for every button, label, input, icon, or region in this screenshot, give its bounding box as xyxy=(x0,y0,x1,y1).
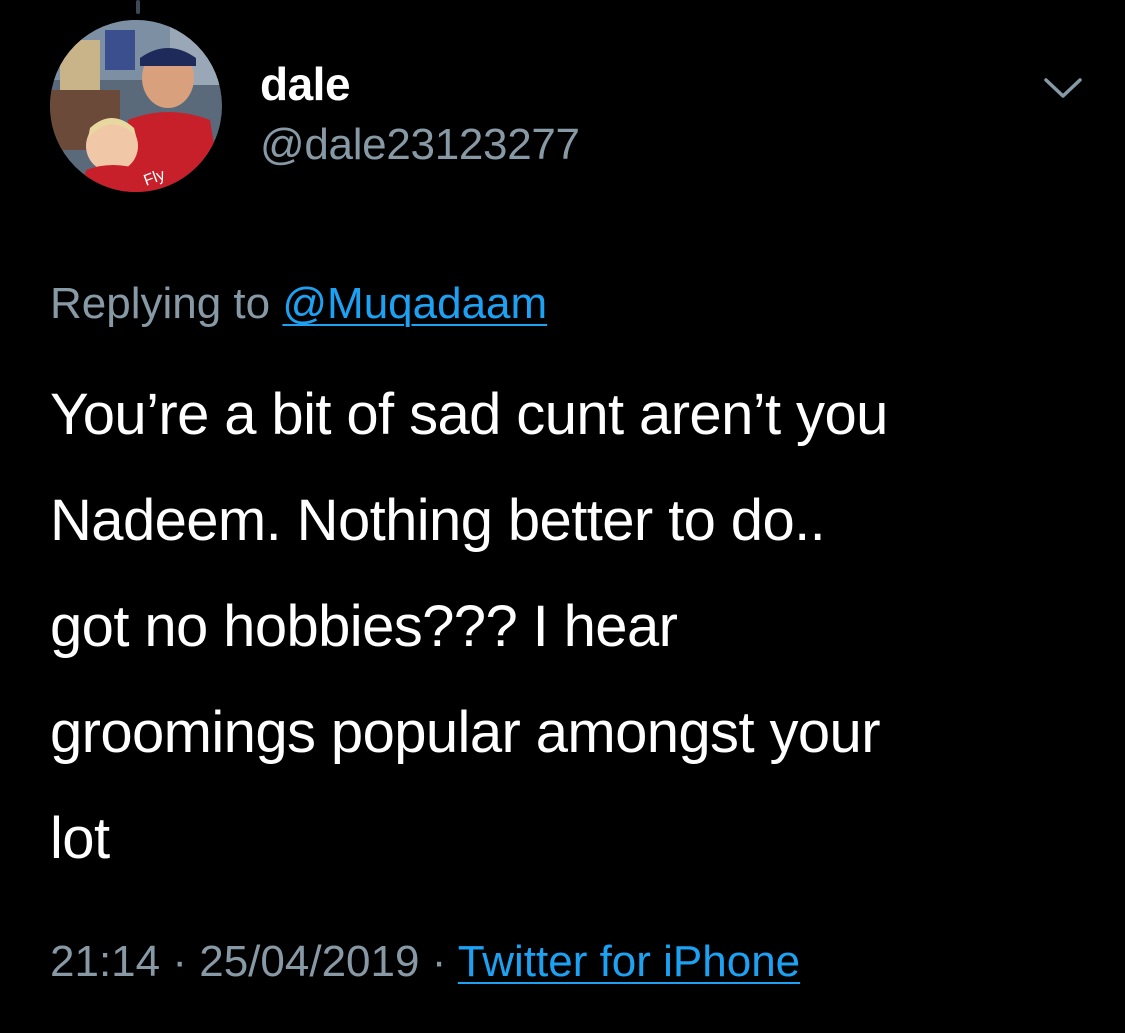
chevron-down-icon xyxy=(1044,78,1082,98)
tweet: Fly dale @dale23123277 Replying to @Muqa… xyxy=(0,0,1125,1033)
replying-to: Replying to @Muqadaam xyxy=(50,276,547,332)
thread-connector-line xyxy=(136,0,140,14)
replying-to-label: Replying to xyxy=(50,279,271,328)
author-display-name[interactable]: dale xyxy=(260,56,351,112)
tweet-date[interactable]: 25/04/2019 xyxy=(199,937,419,986)
meta-separator: · xyxy=(172,937,187,986)
tweet-menu-button[interactable] xyxy=(1038,68,1088,108)
reply-mention-link[interactable]: @Muqadaam xyxy=(282,279,547,328)
tweet-meta: 21:14 · 25/04/2019 · Twitter for iPhone xyxy=(50,934,800,990)
profile-photo-icon: Fly xyxy=(50,20,222,192)
tweet-text-line: lot xyxy=(50,806,110,871)
meta-separator: · xyxy=(431,937,447,986)
tweet-text-line: got no hobbies??? I hear xyxy=(50,594,678,659)
author-handle[interactable]: @dale23123277 xyxy=(260,118,580,172)
tweet-text-line: Nadeem. Nothing better to do.. xyxy=(50,488,826,553)
tweet-time[interactable]: 21:14 xyxy=(50,937,160,986)
avatar[interactable]: Fly xyxy=(50,20,222,192)
tweet-text: You’re a bit of sad cunt aren’t you Nade… xyxy=(50,362,1090,892)
tweet-text-line: groomings popular amongst your xyxy=(50,700,881,765)
tweet-text-line: You’re a bit of sad cunt aren’t you xyxy=(50,382,888,447)
tweet-source-link[interactable]: Twitter for iPhone xyxy=(458,937,800,986)
